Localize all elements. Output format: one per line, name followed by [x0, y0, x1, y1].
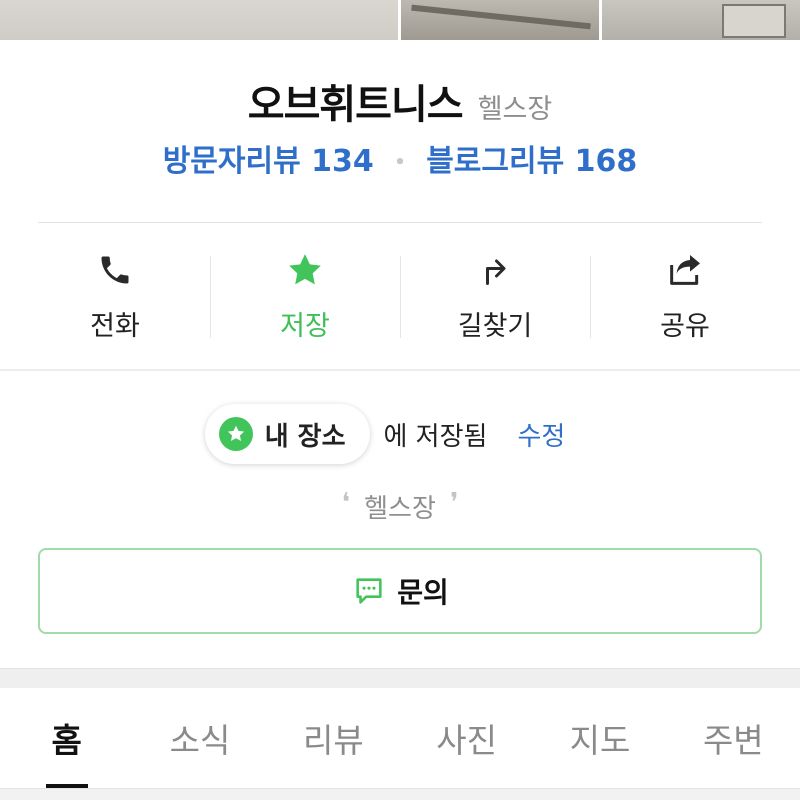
- share-button[interactable]: 공유: [590, 250, 780, 344]
- directions-button[interactable]: 길찾기: [400, 250, 590, 344]
- place-header: 오브휘트니스 헬스장: [0, 72, 800, 130]
- call-label: 전화: [90, 311, 140, 342]
- phone-icon: [95, 250, 135, 290]
- section-divider: [0, 369, 800, 371]
- save-label: 저장: [280, 311, 330, 342]
- tab-photos[interactable]: 사진: [400, 688, 533, 788]
- chat-bubble-icon: [351, 573, 387, 609]
- review-separator: •: [394, 152, 406, 173]
- tab-nearby[interactable]: 주변: [667, 688, 800, 788]
- quote-open: ❛: [341, 488, 350, 518]
- place-photo-2[interactable]: [401, 0, 599, 40]
- action-bar: 전화 저장 길찾기 공유: [20, 250, 780, 344]
- saved-suffix: 에 저장됨: [383, 421, 488, 452]
- place-photo-1[interactable]: [0, 0, 398, 40]
- tab-home[interactable]: 홈: [0, 688, 133, 788]
- review-counts: 방문자리뷰 134 • 블로그리뷰 168: [0, 136, 800, 180]
- tab-map[interactable]: 지도: [533, 688, 666, 788]
- section-divider: [0, 788, 800, 800]
- directions-arrow-icon: [475, 250, 515, 290]
- save-button[interactable]: 저장: [210, 250, 400, 344]
- blog-review-link[interactable]: 블로그리뷰 168: [426, 144, 637, 179]
- inquiry-button[interactable]: 문의: [38, 548, 762, 634]
- divider: [38, 222, 762, 223]
- call-button[interactable]: 전화: [20, 250, 210, 344]
- place-photo-3[interactable]: [602, 0, 800, 40]
- saved-list-name: 내 장소: [264, 421, 346, 452]
- tab-bar: 홈 소식 리뷰 사진 지도 주변: [0, 688, 800, 788]
- place-category: 헬스장: [477, 94, 553, 125]
- visitor-review-link[interactable]: 방문자리뷰 134: [163, 144, 374, 179]
- tab-reviews[interactable]: 리뷰: [267, 688, 400, 788]
- quote-close: ❜: [450, 488, 459, 518]
- section-divider: [0, 668, 800, 688]
- tab-news[interactable]: 소식: [133, 688, 266, 788]
- star-badge-icon: [218, 417, 253, 451]
- saved-status: 내 장소 에 저장됨 수정: [0, 404, 800, 464]
- share-label: 공유: [660, 311, 710, 342]
- saved-memo: ❛ 헬스장 ❜: [0, 488, 800, 525]
- directions-label: 길찾기: [457, 311, 533, 342]
- place-name: 오브휘트니스: [247, 82, 464, 128]
- edit-button[interactable]: 수정: [517, 416, 565, 453]
- star-icon: [285, 250, 325, 290]
- share-icon: [665, 250, 705, 290]
- inquiry-label: 문의: [397, 576, 449, 609]
- memo-text: 헬스장: [364, 494, 436, 524]
- photo-strip[interactable]: [0, 0, 800, 40]
- saved-list-pill[interactable]: 내 장소: [204, 404, 370, 464]
